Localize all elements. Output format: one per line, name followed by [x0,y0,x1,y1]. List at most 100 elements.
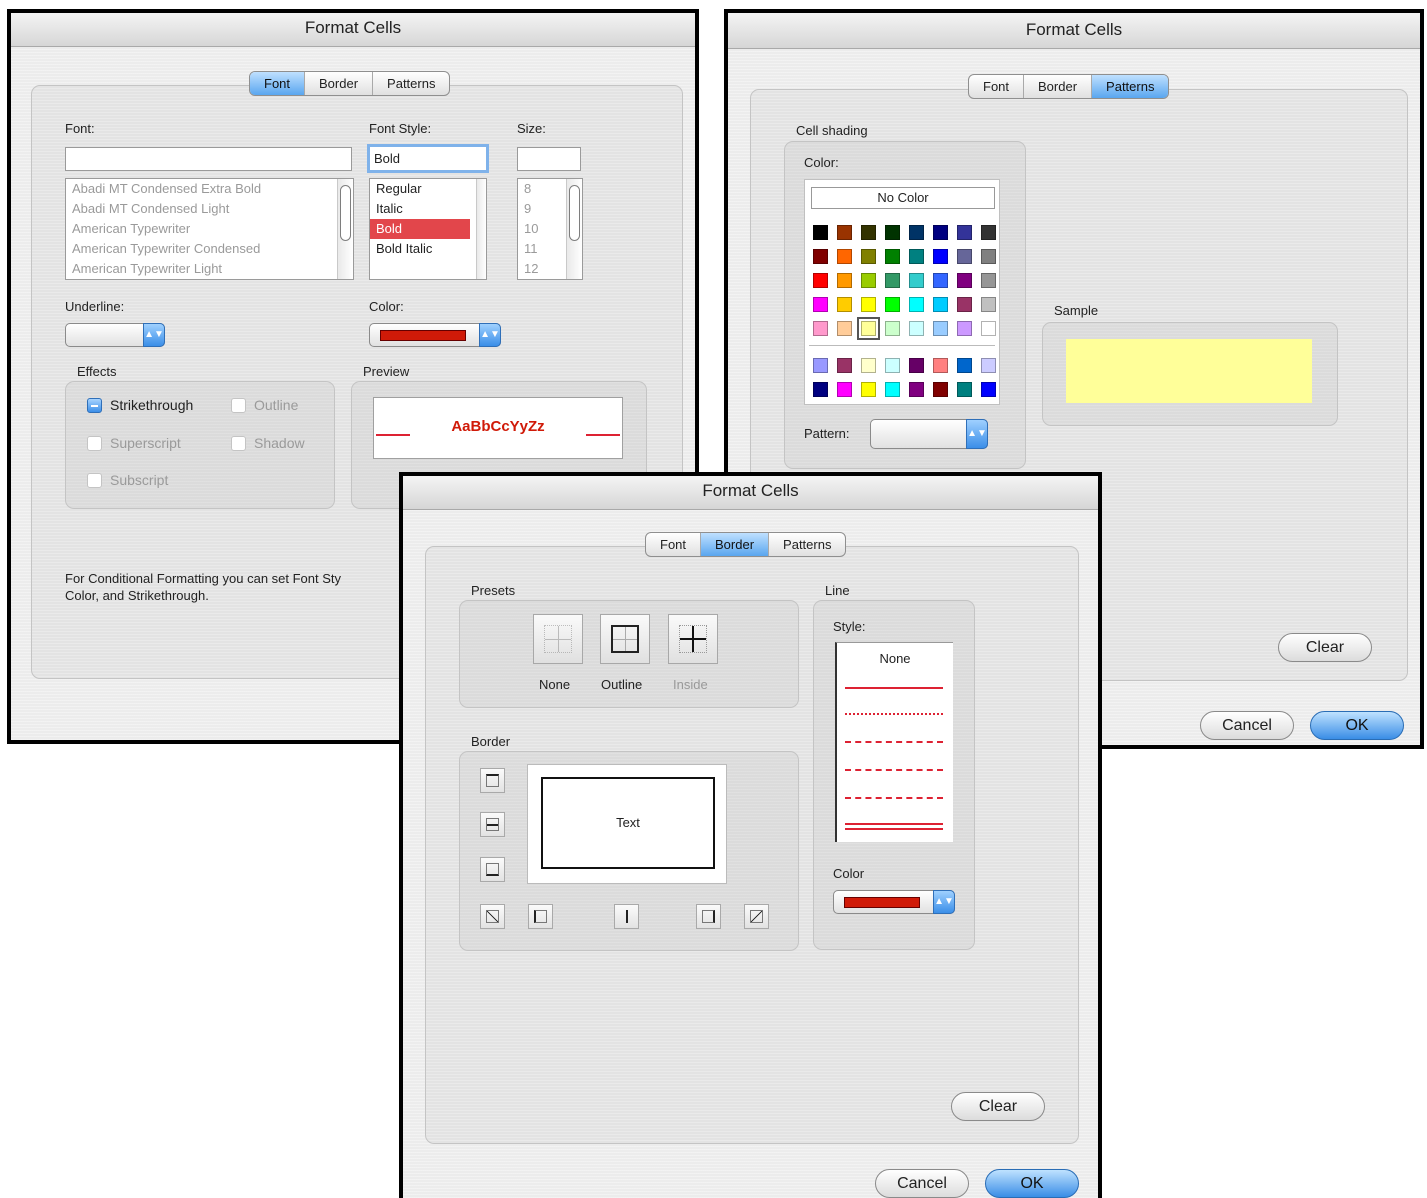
color-swatch[interactable] [909,297,924,312]
color-swatch[interactable] [933,249,948,264]
border-bottom-button[interactable] [480,857,505,882]
color-swatch[interactable] [885,225,900,240]
color-swatch[interactable] [909,249,924,264]
tab-font[interactable]: Font [646,533,702,556]
line-style-none[interactable]: None [837,651,953,666]
tab-patterns[interactable]: Patterns [769,533,845,556]
shadow-checkbox[interactable]: Shadow [231,435,305,451]
color-swatch[interactable] [861,273,876,288]
size-input[interactable] [517,147,581,171]
tab-border[interactable]: Border [1024,75,1093,98]
border-diagonal-down-button[interactable] [744,904,769,929]
color-swatch[interactable] [885,249,900,264]
color-swatch[interactable] [861,358,876,373]
list-item[interactable]: Bold Italic [370,239,486,259]
color-swatch[interactable] [933,297,948,312]
superscript-checkbox[interactable]: Superscript [87,435,181,451]
tab-border[interactable]: Border [305,72,374,95]
color-swatch[interactable] [885,297,900,312]
color-swatch[interactable] [885,321,900,336]
preset-inside-button[interactable] [668,614,718,664]
color-swatch[interactable] [813,249,828,264]
pattern-popup[interactable]: ▲▼ [870,419,988,449]
font-style-list[interactable]: Regular Italic Bold Bold Italic [369,178,487,280]
color-swatch[interactable] [837,225,852,240]
font-style-input[interactable]: Bold [367,144,489,173]
color-swatch[interactable] [837,382,852,397]
line-style-dotted[interactable] [845,713,943,715]
color-swatch[interactable] [857,317,880,340]
line-style-double[interactable] [845,823,943,830]
color-swatch[interactable] [813,225,828,240]
strikethrough-checkbox[interactable]: Strikethrough [87,397,193,413]
color-swatch[interactable] [957,273,972,288]
line-style-solid[interactable] [845,687,943,689]
font-name-input[interactable] [65,147,352,171]
color-swatch[interactable] [909,225,924,240]
line-style-dash-dot-dot[interactable] [845,769,943,771]
tab-border[interactable]: Border [701,533,770,556]
color-swatch[interactable] [933,225,948,240]
border-preview-area[interactable]: Text [527,764,727,884]
font-list-scrollbar[interactable] [337,179,353,279]
list-item[interactable]: American Typewriter Light [66,259,353,279]
color-swatch[interactable] [837,321,852,336]
color-swatch[interactable] [813,321,828,336]
line-style-dashed[interactable] [845,797,943,799]
list-item[interactable]: American Typewriter [66,219,353,239]
line-style-dash-dot[interactable] [845,741,943,743]
color-swatch[interactable] [909,358,924,373]
color-swatch[interactable] [837,297,852,312]
color-swatch[interactable] [957,321,972,336]
font-list[interactable]: Abadi MT Condensed Extra Bold Abadi MT C… [65,178,354,280]
color-swatch[interactable] [981,273,996,288]
clear-button[interactable]: Clear [951,1092,1045,1121]
style-list-scrollbar[interactable] [476,179,486,279]
tab-font[interactable]: Font [250,72,306,95]
color-swatch[interactable] [981,358,996,373]
border-top-button[interactable] [480,768,505,793]
color-swatch[interactable] [981,297,996,312]
size-list-scrollbar[interactable] [566,179,582,279]
preset-none-button[interactable] [533,614,583,664]
color-swatch[interactable] [813,273,828,288]
color-swatch[interactable] [957,225,972,240]
color-swatch[interactable] [957,382,972,397]
color-swatch[interactable] [933,273,948,288]
color-swatch[interactable] [933,321,948,336]
list-item[interactable]: Abadi MT Condensed Light [66,199,353,219]
color-swatch[interactable] [909,382,924,397]
color-swatch[interactable] [933,358,948,373]
underline-popup[interactable]: ▲▼ [65,323,165,347]
outline-checkbox[interactable]: Outline [231,397,298,413]
color-swatch[interactable] [861,382,876,397]
font-color-popup[interactable]: ▲▼ [369,323,501,347]
color-swatch[interactable] [933,382,948,397]
size-list[interactable]: 8 9 10 11 12 [517,178,583,280]
list-item[interactable]: American Typewriter Condensed [66,239,353,259]
color-swatch[interactable] [861,249,876,264]
color-swatch[interactable] [981,321,996,336]
color-swatch[interactable] [837,273,852,288]
preset-outline-button[interactable] [600,614,650,664]
border-diagonal-up-button[interactable] [480,904,505,929]
color-swatch[interactable] [861,297,876,312]
border-middle-horizontal-button[interactable] [480,812,505,837]
ok-button[interactable]: OK [1310,711,1404,740]
color-swatch[interactable] [837,249,852,264]
cancel-button[interactable]: Cancel [875,1169,969,1198]
color-swatch[interactable] [813,297,828,312]
color-swatch[interactable] [885,358,900,373]
color-swatch[interactable] [909,321,924,336]
list-item-selected[interactable]: Bold [370,219,470,239]
color-swatch[interactable] [861,225,876,240]
color-swatch[interactable] [981,382,996,397]
no-color-button[interactable]: No Color [811,187,995,209]
color-swatch[interactable] [837,358,852,373]
line-color-popup[interactable]: ▲▼ [833,890,955,914]
border-center-vertical-button[interactable] [614,904,639,929]
subscript-checkbox[interactable]: Subscript [87,472,168,488]
color-swatch[interactable] [885,382,900,397]
color-swatch[interactable] [813,358,828,373]
color-swatch[interactable] [981,249,996,264]
